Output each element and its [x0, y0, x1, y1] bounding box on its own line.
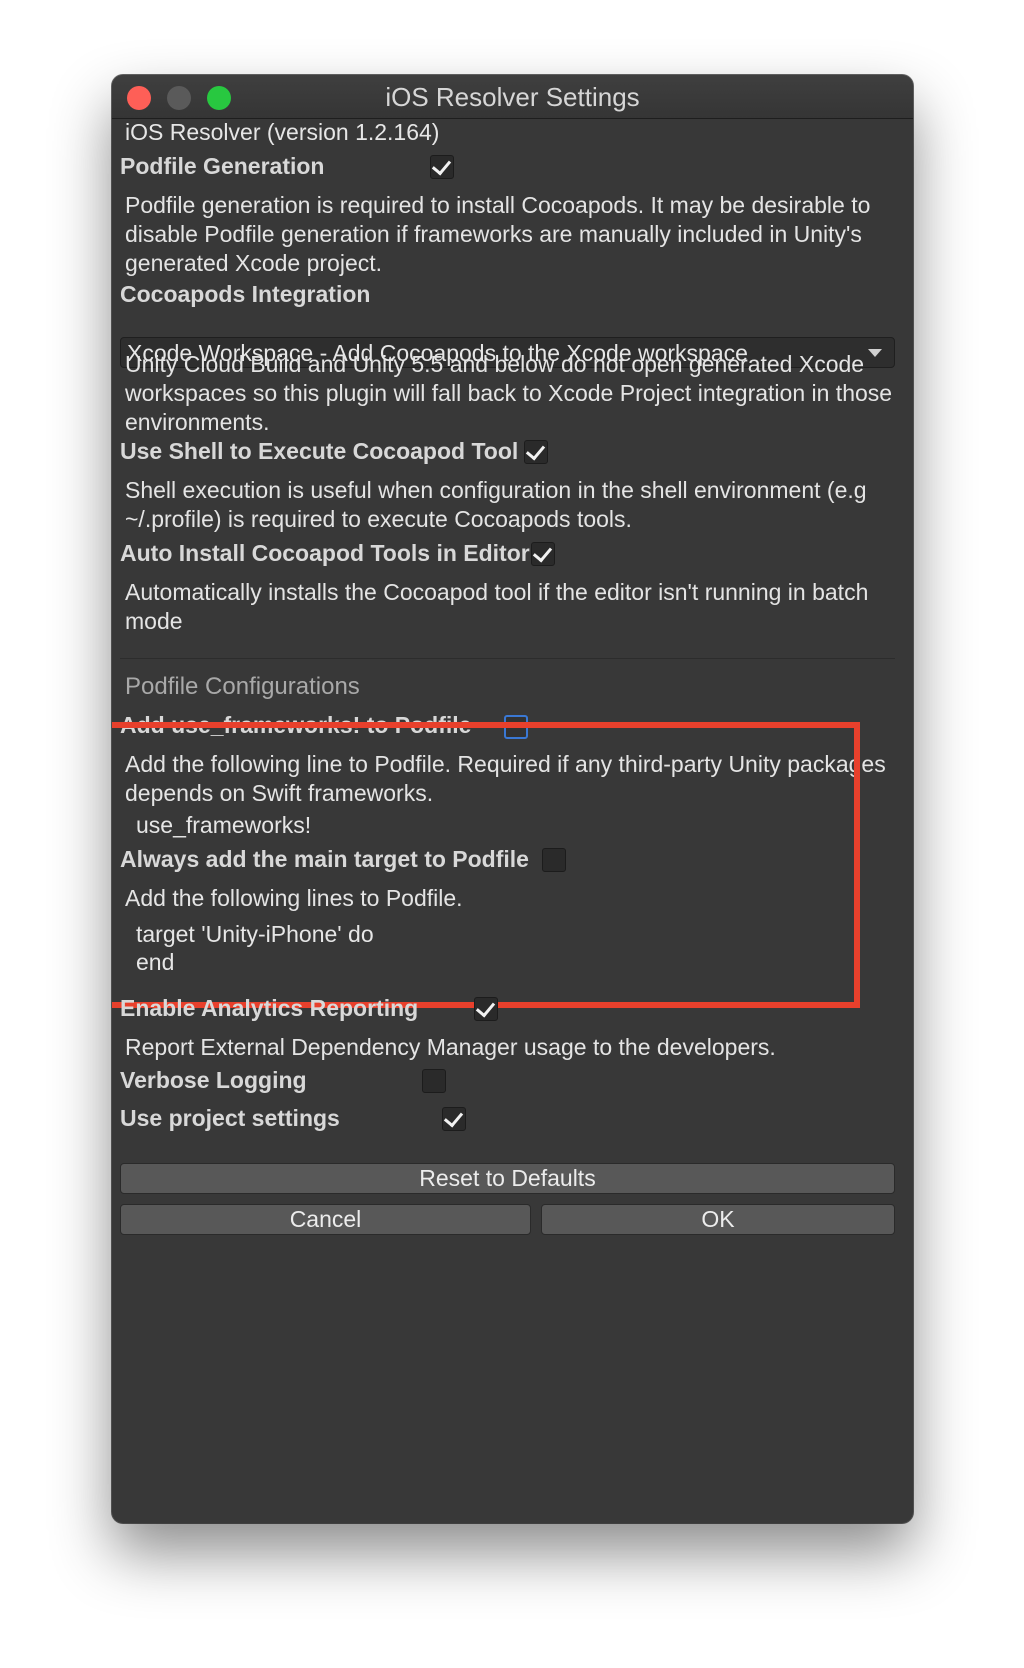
checkmark-icon — [443, 1107, 464, 1128]
version-label: iOS Resolver (version 1.2.164) — [125, 119, 440, 145]
analytics-checkbox[interactable] — [474, 997, 498, 1021]
use-shell-checkbox[interactable] — [524, 440, 548, 464]
highlight-annotation-box — [112, 722, 860, 1008]
window-title: iOS Resolver Settings — [385, 82, 640, 112]
cocoapods-integration-description: Unity Cloud Build and Unity 5.5 and belo… — [125, 351, 893, 435]
auto-install-description: Automatically installs the Cocoapod tool… — [125, 579, 869, 634]
auto-install-checkbox[interactable] — [531, 542, 555, 566]
auto-install-label: Auto Install Cocoapod Tools in Editor — [120, 540, 530, 566]
cancel-button[interactable]: Cancel — [120, 1204, 531, 1235]
use-shell-description: Shell execution is useful when configura… — [125, 477, 867, 532]
podfile-configurations-title: Podfile Configurations — [125, 673, 360, 700]
project-settings-label: Use project settings — [120, 1105, 340, 1131]
podfile-generation-checkbox[interactable] — [430, 155, 454, 179]
checkmark-icon — [431, 155, 452, 176]
podfile-generation-label: Podfile Generation — [120, 153, 325, 179]
checkmark-icon — [532, 542, 553, 563]
podfile-generation-description: Podfile generation is required to instal… — [125, 192, 871, 276]
ok-button[interactable]: OK — [541, 1204, 895, 1235]
settings-window: iOS Resolver Settings iOS Resolver (vers… — [112, 75, 913, 1523]
checkmark-icon — [475, 997, 496, 1018]
cocoapods-integration-label: Cocoapods Integration — [120, 281, 371, 307]
analytics-description: Report External Dependency Manager usage… — [125, 1034, 776, 1060]
verbose-logging-checkbox[interactable] — [422, 1069, 446, 1093]
reset-defaults-button[interactable]: Reset to Defaults — [120, 1163, 895, 1194]
verbose-logging-label: Verbose Logging — [120, 1067, 307, 1093]
use-shell-label: Use Shell to Execute Cocoapod Tool — [120, 438, 519, 464]
project-settings-checkbox[interactable] — [442, 1107, 466, 1131]
title-bar[interactable]: iOS Resolver Settings — [112, 75, 913, 119]
section-divider — [120, 658, 895, 659]
analytics-label: Enable Analytics Reporting — [120, 995, 419, 1021]
checkmark-icon — [525, 440, 546, 461]
